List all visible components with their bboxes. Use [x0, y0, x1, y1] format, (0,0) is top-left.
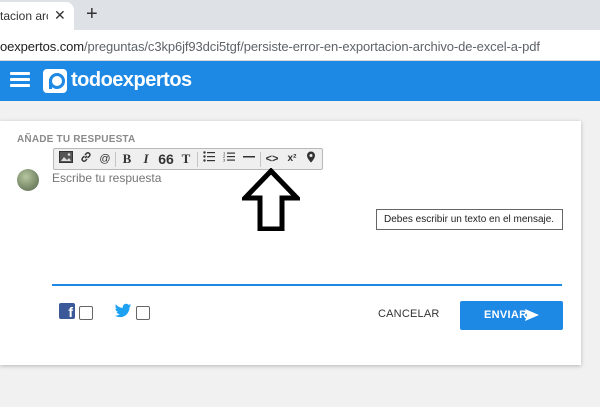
- send-button[interactable]: ENVIAR: [460, 301, 563, 330]
- up-arrow-annotation-icon: [242, 168, 300, 231]
- logo-icon[interactable]: [43, 69, 67, 93]
- facebook-icon: f: [59, 303, 75, 320]
- user-avatar: [17, 169, 39, 191]
- url-path: /preguntas/c3kp6jf93dci5tgf/persiste-err…: [83, 39, 540, 54]
- facebook-share-checkbox[interactable]: [79, 306, 93, 320]
- close-tab-icon[interactable]: ✕: [54, 7, 66, 23]
- text-style-button[interactable]: T: [178, 151, 194, 167]
- url-host: oexpertos.com: [0, 39, 84, 54]
- brand-logo[interactable]: todoexpertos: [71, 69, 192, 92]
- reply-card: AÑADE TU RESPUESTA @ B I 66 T 123 <> x²: [0, 121, 581, 365]
- image-icon[interactable]: [58, 151, 74, 167]
- new-tab-button[interactable]: +: [86, 2, 98, 26]
- send-arrow-icon: [525, 309, 539, 321]
- address-bar[interactable]: oexpertos.com/preguntas/c3kp6jf93dci5tgf…: [0, 30, 600, 61]
- svg-text:3: 3: [223, 158, 226, 163]
- site-header: todoexpertos: [0, 61, 600, 101]
- browser-tab[interactable]: tacion archi ✕: [0, 2, 74, 30]
- toolbar-divider: [260, 152, 261, 167]
- quote-button[interactable]: 66: [158, 151, 174, 167]
- url-text[interactable]: oexpertos.com/preguntas/c3kp6jf93dci5tgf…: [0, 39, 540, 54]
- cancel-button[interactable]: CANCELAR: [378, 308, 440, 320]
- toolbar-divider: [197, 152, 198, 167]
- editor-toolbar: @ B I 66 T 123 <> x²: [53, 148, 323, 170]
- italic-button[interactable]: I: [138, 151, 154, 167]
- link-icon[interactable]: [78, 151, 94, 167]
- twitter-icon: [114, 303, 132, 318]
- send-button-label: ENVIAR: [484, 309, 528, 321]
- superscript-button[interactable]: x²: [284, 151, 300, 167]
- location-pin-icon[interactable]: [303, 151, 319, 167]
- bold-button[interactable]: B: [119, 151, 135, 167]
- toolbar-divider: [115, 152, 116, 167]
- section-title: AÑADE TU RESPUESTA: [17, 134, 136, 145]
- tab-title: tacion archi: [0, 9, 48, 23]
- twitter-share-checkbox[interactable]: [136, 306, 150, 320]
- numbered-list-icon[interactable]: 123: [221, 151, 237, 167]
- code-button[interactable]: <>: [264, 151, 280, 167]
- bullet-list-icon[interactable]: [201, 151, 217, 167]
- mention-icon[interactable]: @: [97, 151, 113, 167]
- validation-tooltip: Debes escribir un texto en el mensaje.: [376, 209, 563, 230]
- browser-tab-strip: tacion archi ✕ +: [0, 0, 600, 30]
- horizontal-rule-icon[interactable]: [241, 151, 257, 167]
- hamburger-menu-icon[interactable]: [10, 72, 30, 88]
